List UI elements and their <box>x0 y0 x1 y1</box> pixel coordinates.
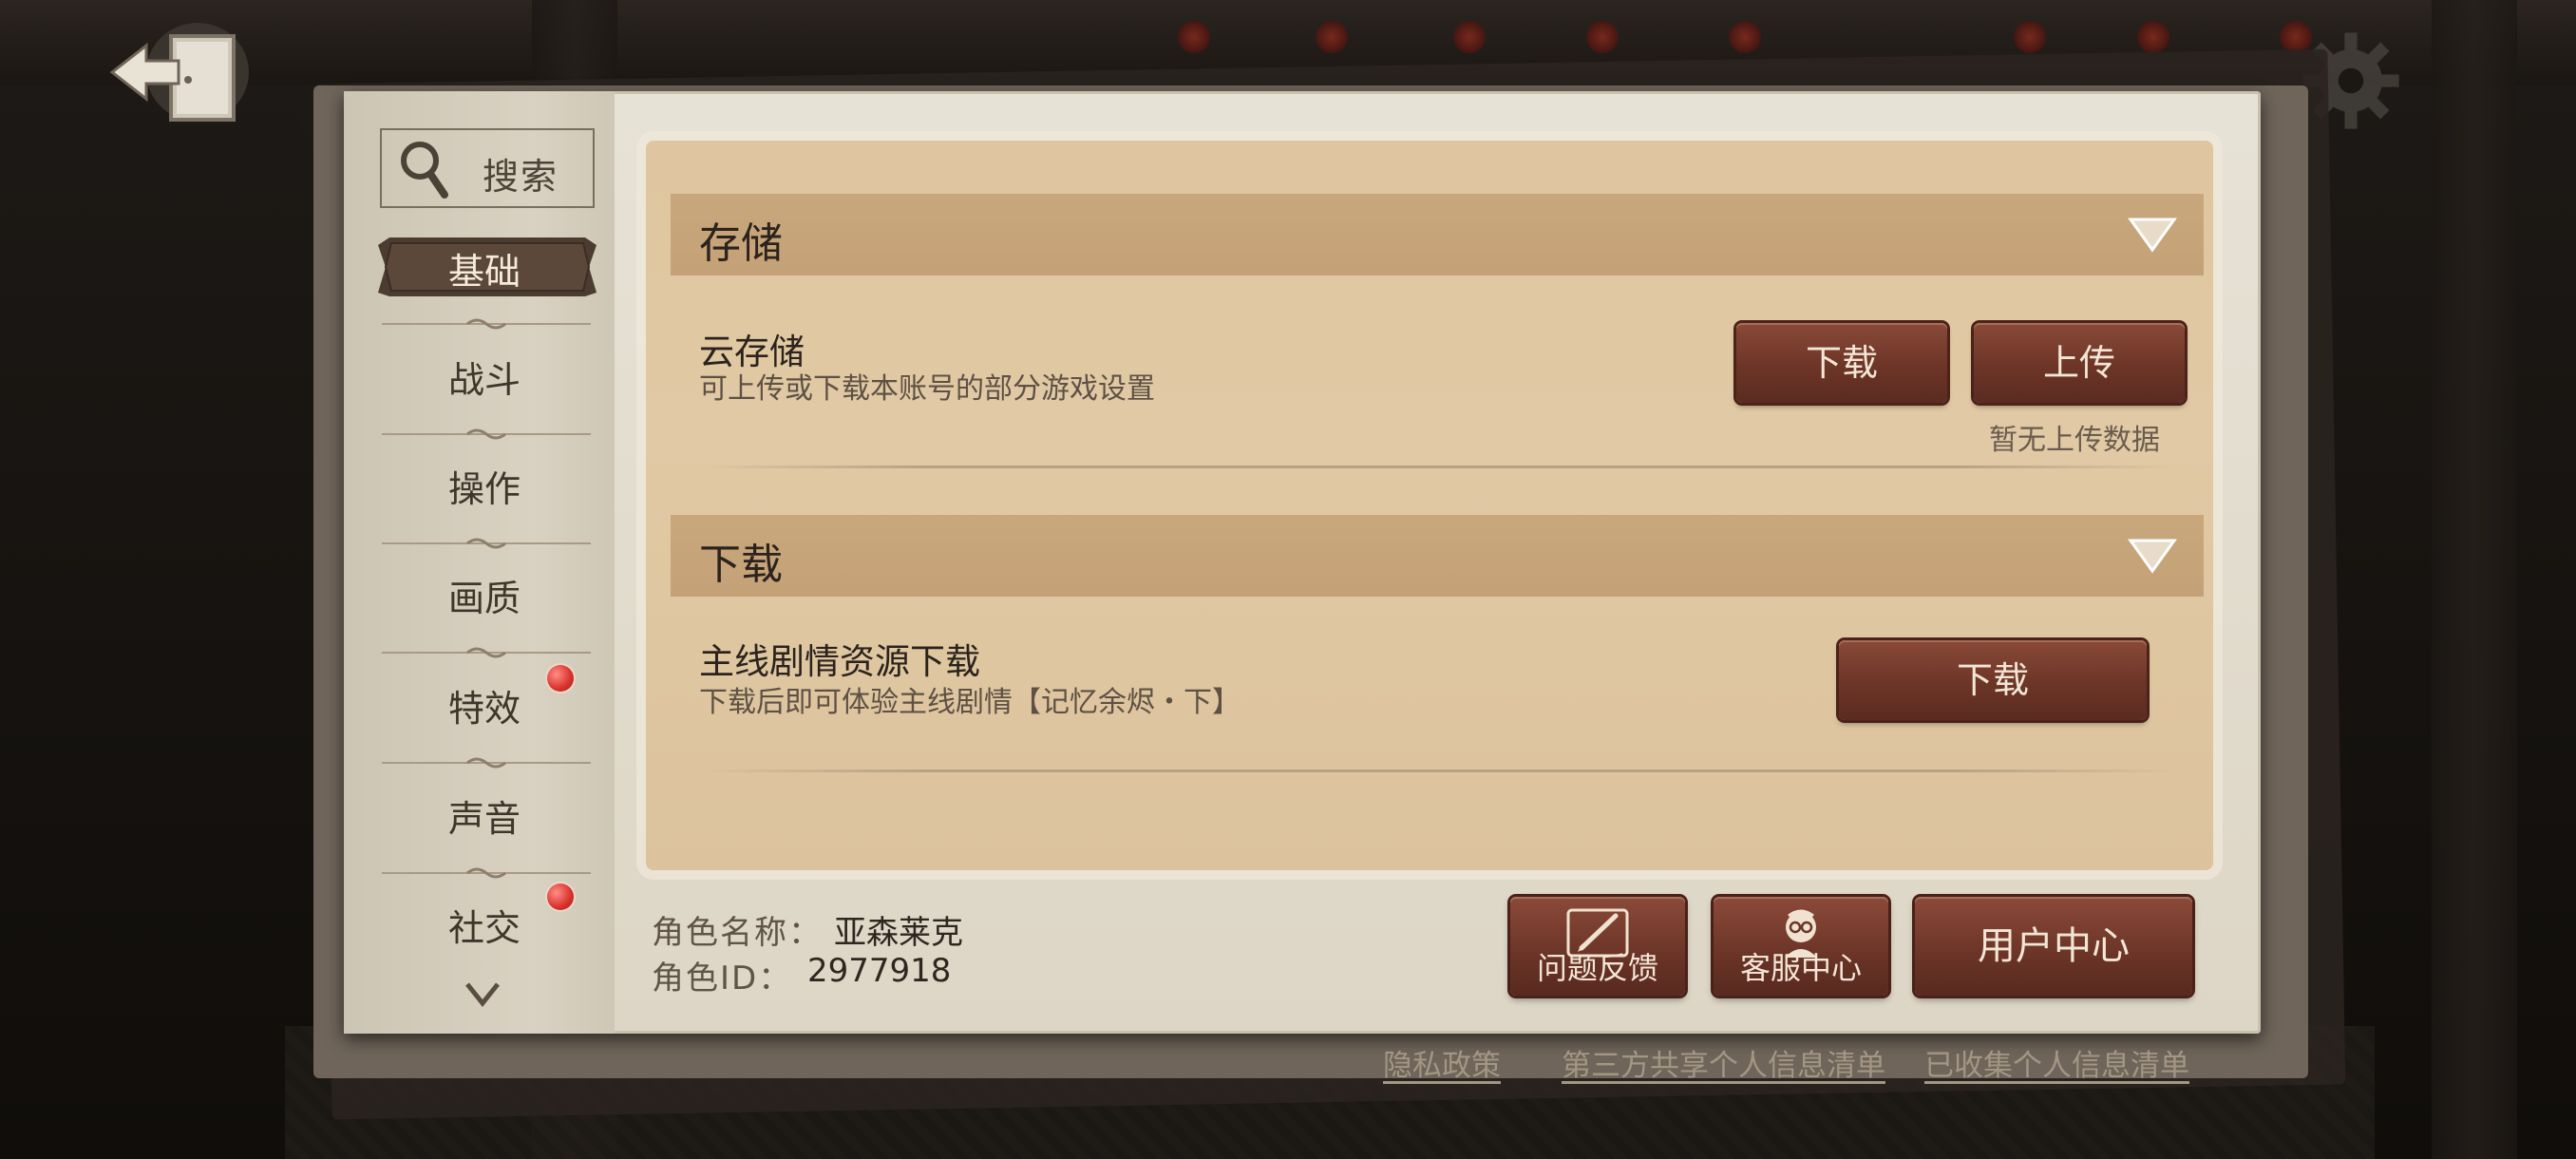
collected-info-link[interactable]: 已收集个人信息清单 <box>1924 1041 2189 1084</box>
feedback-label: 问题反馈 <box>1536 950 1658 986</box>
user-center-button[interactable]: 用户中心 <box>1915 897 2192 996</box>
story-download-button[interactable]: 下载 <box>1839 640 2147 720</box>
privacy-policy-link[interactable]: 隐私政策 <box>1383 1041 1501 1084</box>
upload-status-text: 暂无上传数据 <box>1989 424 2160 457</box>
background-lamp <box>2137 21 2169 53</box>
role-id-label: 角色ID： <box>652 960 793 998</box>
sidebar-divider <box>382 318 591 330</box>
notification-dot <box>547 884 574 910</box>
third-party-sharing-link[interactable]: 第三方共享个人信息清单 <box>1562 1041 1885 1084</box>
sidebar-item-basic[interactable]: 基础 <box>375 234 594 310</box>
section-divider <box>699 466 2181 468</box>
sidebar-divider <box>382 867 591 879</box>
collapse-triangle-icon <box>2128 218 2177 253</box>
customer-service-button[interactable]: 客服中心 <box>1714 897 1888 996</box>
role-name-value: 亚森莱克 <box>834 914 963 952</box>
search-label: 搜索 <box>483 156 559 198</box>
cloud-storage-description: 可上传或下载本账号的部分游戏设置 <box>699 372 1155 406</box>
background-pillar <box>2432 0 2517 1159</box>
story-download-title: 主线剧情资源下载 <box>699 641 980 682</box>
sidebar-divider <box>382 428 591 440</box>
sidebar-item-graphics[interactable]: 画质 <box>375 560 594 636</box>
section-header-download[interactable]: 下载 <box>671 515 2204 597</box>
feedback-button[interactable]: 问题反馈 <box>1510 897 1685 996</box>
background-lamp <box>1729 21 1761 53</box>
role-id-value: 2977918 <box>807 952 952 990</box>
chevron-down-icon[interactable] <box>464 978 502 1009</box>
sidebar-divider <box>382 538 591 549</box>
search-button[interactable]: 搜索 <box>380 128 595 208</box>
notification-dot <box>547 665 574 692</box>
section-header-storage[interactable]: 存储 <box>671 194 2204 276</box>
section-divider <box>699 770 2181 772</box>
background-lamp <box>1586 21 1619 53</box>
cloud-download-button[interactable]: 下载 <box>1736 323 1947 403</box>
back-button[interactable] <box>104 17 256 131</box>
section-title: 下载 <box>699 541 783 589</box>
sidebar-divider <box>382 647 591 658</box>
story-download-description: 下载后即可体验主线剧情【记忆余烬・下】 <box>699 686 1241 719</box>
customer-service-label: 客服中心 <box>1739 950 1862 986</box>
sidebar-item-combat[interactable]: 战斗 <box>375 342 594 418</box>
cloud-upload-button[interactable]: 上传 <box>1974 323 2185 403</box>
section-title: 存储 <box>699 219 783 268</box>
collapse-triangle-icon <box>2128 539 2177 574</box>
search-icon <box>401 142 448 199</box>
background-lamp <box>2014 21 2046 53</box>
background-lamp <box>1178 21 1210 53</box>
sidebar-item-controls[interactable]: 操作 <box>375 451 594 527</box>
sidebar-divider <box>382 757 591 769</box>
background-lamp <box>1453 21 1486 53</box>
background-lamp <box>1316 21 1348 53</box>
role-name-label: 角色名称： <box>652 914 823 952</box>
sidebar-item-sound[interactable]: 声音 <box>375 781 594 857</box>
exit-door-icon <box>109 23 249 122</box>
